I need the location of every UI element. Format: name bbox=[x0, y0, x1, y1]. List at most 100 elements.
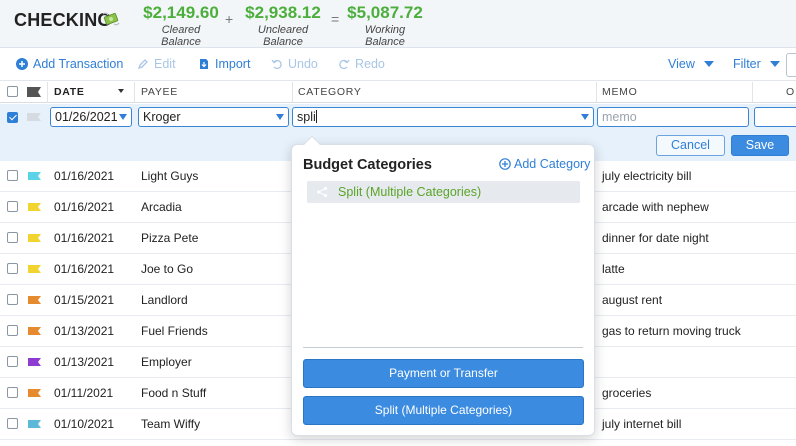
date-cell: 01/16/2021 bbox=[54, 231, 115, 245]
split-share-icon bbox=[316, 186, 328, 198]
redo-label: Redo bbox=[355, 57, 385, 71]
text-cursor bbox=[315, 110, 317, 123]
working-balance-label: Working Balance bbox=[364, 24, 406, 48]
memo-cell: arcade with nephew bbox=[602, 200, 709, 214]
caret-down-icon bbox=[581, 114, 589, 120]
category-option-label: Split (Multiple Categories) bbox=[338, 185, 482, 199]
category-option-split[interactable]: Split (Multiple Categories) bbox=[307, 181, 580, 203]
payee-cell: Landlord bbox=[141, 293, 188, 307]
redo-icon bbox=[339, 59, 350, 70]
outflow-field[interactable] bbox=[754, 107, 796, 127]
add-category-label: Add Category bbox=[514, 157, 591, 171]
view-menu-button[interactable]: View bbox=[668, 57, 714, 71]
payee-field[interactable]: Kroger bbox=[138, 107, 289, 127]
row-checkbox[interactable] bbox=[7, 112, 18, 123]
money-with-wings-icon bbox=[102, 12, 120, 26]
cleared-balance-amount: $2,149.60 bbox=[143, 3, 219, 22]
payee-cell: Joe to Go bbox=[141, 262, 194, 276]
flag-icon[interactable] bbox=[28, 420, 41, 428]
undo-button[interactable]: Undo bbox=[271, 57, 318, 71]
memo-column-header[interactable]: MEMO bbox=[602, 86, 637, 98]
date-cell: 01/16/2021 bbox=[54, 200, 115, 214]
flag-icon[interactable] bbox=[28, 358, 41, 366]
row-checkbox[interactable] bbox=[7, 232, 18, 243]
settings-button[interactable] bbox=[786, 53, 796, 77]
flag-icon[interactable] bbox=[27, 113, 41, 121]
payee-cell: Employer bbox=[141, 355, 192, 369]
payee-cell: Arcadia bbox=[141, 200, 182, 214]
account-header: CHECKING $2,149.60 Cleared Balance + $2,… bbox=[0, 0, 796, 48]
payee-cell: Pizza Pete bbox=[141, 231, 199, 245]
date-cell: 01/13/2021 bbox=[54, 355, 115, 369]
column-divider bbox=[596, 82, 597, 103]
memo-field[interactable]: memo bbox=[597, 107, 749, 127]
category-field[interactable]: spli bbox=[292, 107, 594, 127]
sort-caret-icon bbox=[118, 89, 124, 93]
save-button[interactable]: Save bbox=[731, 135, 789, 156]
date-column-header[interactable]: DATE bbox=[54, 86, 85, 98]
memo-cell: gas to return moving truck bbox=[602, 324, 741, 338]
add-category-button[interactable]: Add Category bbox=[499, 157, 590, 171]
filter-label: Filter bbox=[733, 57, 761, 71]
split-multiple-categories-button[interactable]: Split (Multiple Categories) bbox=[303, 396, 584, 425]
pencil-icon bbox=[137, 59, 148, 70]
payee-cell: Team Wiffy bbox=[141, 417, 201, 431]
select-all-checkbox[interactable] bbox=[7, 86, 18, 97]
category-column-header[interactable]: CATEGORY bbox=[298, 86, 362, 98]
cleared-balance-label: Cleared Balance bbox=[161, 24, 201, 48]
date-cell: 01/16/2021 bbox=[54, 262, 115, 276]
payee-column-header[interactable]: PAYEE bbox=[141, 86, 178, 98]
cleared-balance: $2,149.60 Cleared Balance bbox=[143, 3, 219, 48]
row-checkbox[interactable] bbox=[7, 170, 18, 181]
filter-menu-button[interactable]: Filter bbox=[733, 57, 780, 71]
plus-circle-outline-icon bbox=[499, 158, 511, 170]
dropdown-divider bbox=[303, 347, 583, 348]
category-field-value: spli bbox=[297, 110, 316, 124]
date-cell: 01/10/2021 bbox=[54, 417, 115, 431]
date-field[interactable]: 01/26/2021 bbox=[50, 107, 132, 127]
flag-icon[interactable] bbox=[28, 389, 41, 397]
plus-circle-icon bbox=[16, 58, 28, 70]
dropdown-title: Budget Categories bbox=[303, 157, 432, 173]
flag-icon[interactable] bbox=[28, 203, 41, 211]
payee-field-value: Kroger bbox=[143, 110, 181, 124]
row-checkbox[interactable] bbox=[7, 387, 18, 398]
flag-column-icon[interactable] bbox=[27, 87, 41, 97]
redo-button[interactable]: Redo bbox=[338, 57, 385, 71]
flag-icon[interactable] bbox=[28, 172, 41, 180]
payee-cell: Light Guys bbox=[141, 169, 199, 183]
column-divider bbox=[47, 82, 48, 103]
caret-down-icon bbox=[703, 61, 714, 67]
caret-down-icon bbox=[119, 114, 127, 120]
import-label: Import bbox=[215, 57, 251, 71]
import-file-icon bbox=[200, 59, 208, 69]
account-title: CHECKING bbox=[14, 10, 112, 30]
edit-button[interactable]: Edit bbox=[137, 57, 176, 71]
column-divider bbox=[752, 82, 753, 103]
payment-or-transfer-button[interactable]: Payment or Transfer bbox=[303, 359, 584, 388]
flag-icon[interactable] bbox=[28, 296, 41, 304]
outflow-column-header[interactable]: O bbox=[786, 86, 795, 98]
column-divider bbox=[292, 82, 293, 103]
row-checkbox[interactable] bbox=[7, 418, 18, 429]
uncleared-balance-label: Uncleared Balance bbox=[257, 24, 309, 48]
category-dropdown: Budget Categories Add Category Split (Mu… bbox=[291, 135, 595, 436]
payee-cell: Food n Stuff bbox=[141, 386, 207, 400]
memo-field-placeholder: memo bbox=[602, 110, 637, 124]
row-checkbox[interactable] bbox=[7, 201, 18, 212]
row-checkbox[interactable] bbox=[7, 356, 18, 367]
import-button[interactable]: Import bbox=[198, 57, 250, 71]
register-header: DATE PAYEE CATEGORY MEMO O bbox=[0, 82, 796, 103]
payee-cell: Fuel Friends bbox=[141, 324, 208, 338]
flag-icon[interactable] bbox=[28, 327, 41, 335]
memo-cell: dinner for date night bbox=[602, 231, 709, 245]
row-checkbox[interactable] bbox=[7, 294, 18, 305]
undo-label: Undo bbox=[288, 57, 318, 71]
row-checkbox[interactable] bbox=[7, 325, 18, 336]
view-label: View bbox=[668, 57, 695, 71]
add-transaction-button[interactable]: Add Transaction bbox=[16, 57, 123, 71]
flag-icon[interactable] bbox=[28, 265, 41, 273]
cancel-button[interactable]: Cancel bbox=[656, 135, 725, 156]
flag-icon[interactable] bbox=[28, 234, 41, 242]
row-checkbox[interactable] bbox=[7, 263, 18, 274]
